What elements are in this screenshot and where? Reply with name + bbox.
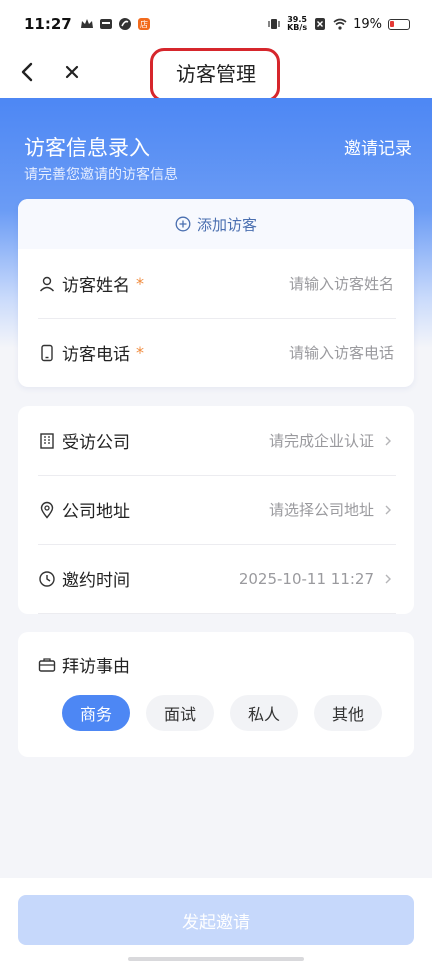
app-badge-icon: 店 xyxy=(137,18,150,30)
visit-reason-card: 拜访事由 商务 面试 私人 其他 xyxy=(18,632,414,757)
chevron-right-icon xyxy=(385,436,391,445)
visitor-name-input[interactable] xyxy=(204,274,394,293)
wifi-icon xyxy=(333,18,347,30)
phone-icon xyxy=(41,344,53,361)
invite-record-link[interactable]: 邀请记录 xyxy=(344,134,412,159)
chevron-right-icon xyxy=(385,505,391,514)
visit-reason-options: 商务 面试 私人 其他 xyxy=(62,695,382,731)
visitor-phone-label: 访客电话 xyxy=(62,345,130,365)
visit-info-card: 受访公司 请完成企业认证 公司地址 请选择公司地址 邀约时间 2025-10-1… xyxy=(18,406,414,614)
visit-reason-header: 拜访事由 xyxy=(18,632,414,677)
wallet-icon xyxy=(99,19,112,29)
section-subtitle: 请完善您邀请的访客信息 xyxy=(24,167,178,183)
appointment-time-row[interactable]: 邀约时间 2025-10-11 11:27 xyxy=(18,544,414,613)
clock-icon xyxy=(39,570,55,587)
status-time: 11:27 xyxy=(24,15,72,33)
reason-option-interview[interactable]: 面试 xyxy=(146,695,214,731)
status-right: 39.5 KB/s 19% xyxy=(267,16,410,32)
required-mark: * xyxy=(136,343,144,362)
chevron-right-icon xyxy=(385,574,391,583)
section-title: 访客信息录入 xyxy=(24,136,150,160)
visitor-info-card: 添加访客 访客姓名 * 访客电话 * xyxy=(18,199,414,387)
location-pin-icon xyxy=(40,501,54,519)
status-notification-icons: 店 xyxy=(80,17,151,31)
battery-icon xyxy=(388,18,410,30)
visited-company-label: 受访公司 xyxy=(62,433,130,453)
reason-option-other[interactable]: 其他 xyxy=(314,695,382,731)
company-address-label: 公司地址 xyxy=(62,502,130,522)
visitor-name-label: 访客姓名 xyxy=(62,276,130,296)
net-speed-unit: KB/s xyxy=(287,23,308,32)
swirl-icon xyxy=(118,18,131,30)
company-address-value: 请选择公司地址 xyxy=(268,501,374,519)
crown-icon xyxy=(80,19,93,28)
send-invite-button[interactable]: 发起邀请 xyxy=(18,895,414,945)
nav-bar: 访客管理 xyxy=(0,48,432,102)
no-sim-icon xyxy=(315,18,326,30)
status-bar: 11:27 店 39.5 KB/s 19% xyxy=(0,0,432,48)
add-visitor-button[interactable]: 添加访客 xyxy=(18,199,414,249)
visitor-phone-row: 访客电话 * xyxy=(18,318,414,387)
company-address-row[interactable]: 公司地址 请选择公司地址 xyxy=(18,475,414,544)
visited-company-row[interactable]: 受访公司 请完成企业认证 xyxy=(18,406,414,475)
svg-text:店: 店 xyxy=(140,19,148,29)
add-visitor-label: 添加访客 xyxy=(196,215,257,234)
home-indicator[interactable] xyxy=(128,957,304,961)
plus-circle-icon xyxy=(175,216,191,232)
visitor-phone-input[interactable] xyxy=(204,343,394,362)
reason-option-private[interactable]: 私人 xyxy=(230,695,298,731)
building-icon xyxy=(40,432,54,449)
required-mark: * xyxy=(136,274,144,293)
person-icon xyxy=(39,276,55,291)
divider xyxy=(38,613,396,614)
vibrate-icon xyxy=(268,19,280,29)
net-speed: 39.5 KB/s xyxy=(287,16,307,32)
appointment-time-label: 邀约时间 xyxy=(62,571,130,591)
reason-option-business[interactable]: 商务 xyxy=(62,695,130,731)
appointment-time-value: 2025-10-11 11:27 xyxy=(238,569,374,588)
briefcase-icon xyxy=(38,657,56,672)
visit-reason-label: 拜访事由 xyxy=(62,657,130,677)
visited-company-value: 请完成企业认证 xyxy=(268,432,374,450)
title-highlight-ring xyxy=(150,48,280,102)
visitor-name-row: 访客姓名 * xyxy=(18,249,414,318)
battery-percent: 19% xyxy=(353,16,382,32)
